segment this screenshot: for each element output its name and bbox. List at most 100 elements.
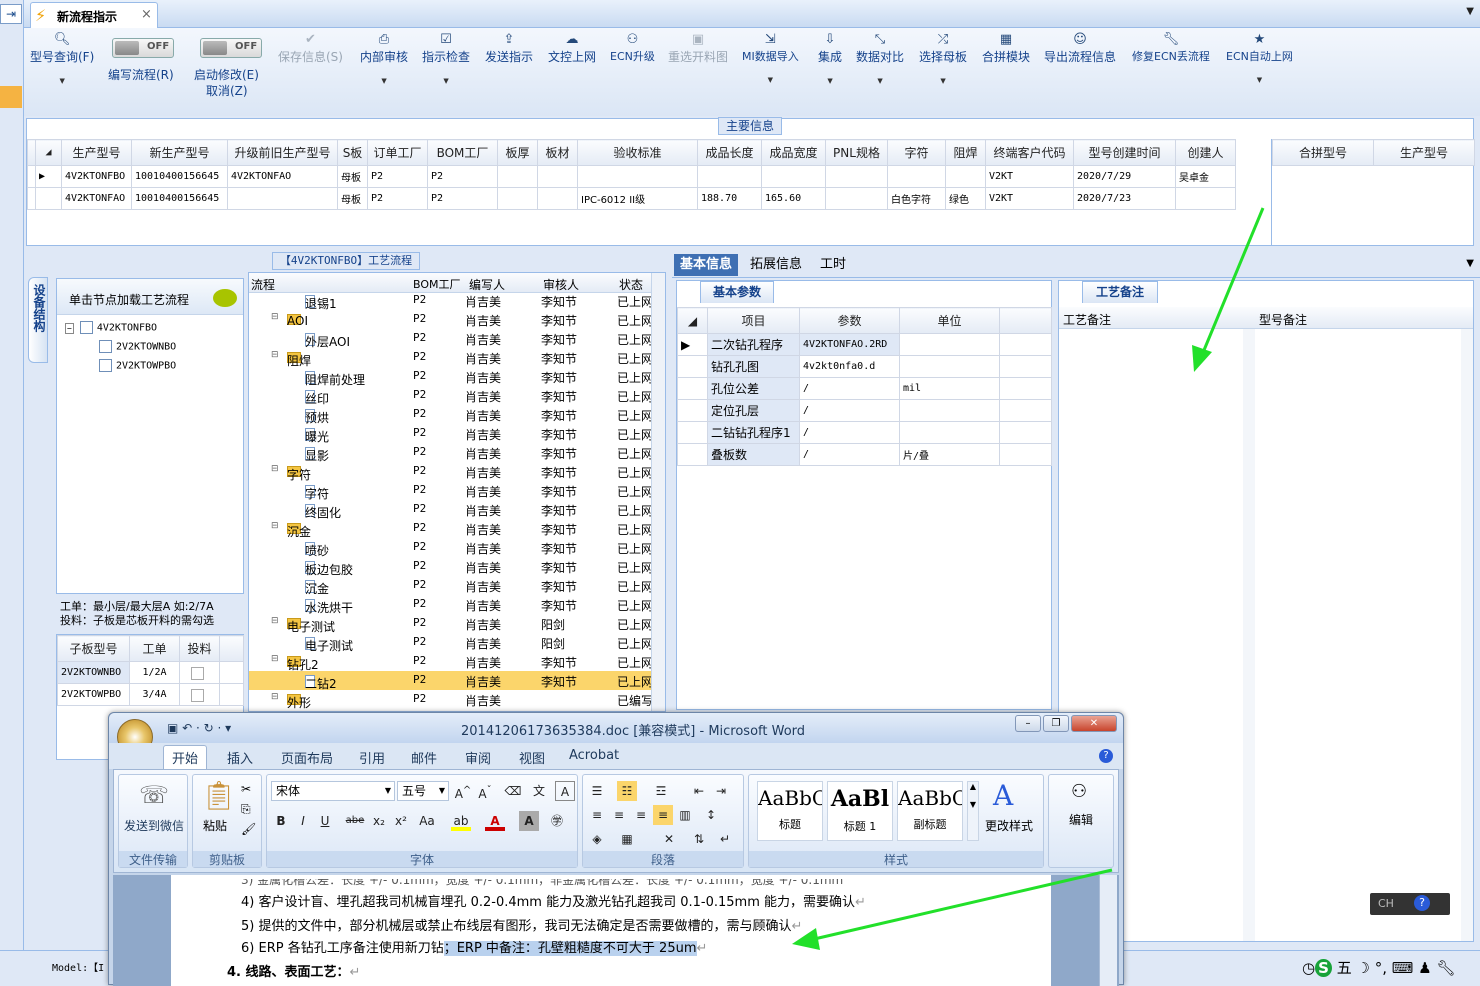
main-info-cell[interactable] bbox=[1175, 187, 1236, 210]
main-info-cell[interactable]: P2 bbox=[427, 165, 498, 188]
main-col-header[interactable]: PNL规格 bbox=[825, 139, 888, 166]
binoculars-icon[interactable]: ⚇ bbox=[1071, 781, 1087, 802]
main-col-header[interactable]: 板厚 bbox=[497, 139, 538, 166]
minimize-button[interactable]: – bbox=[1015, 715, 1041, 732]
subscript-icon[interactable]: x₂ bbox=[369, 811, 389, 831]
highlight-icon[interactable]: ab bbox=[451, 811, 471, 831]
main-info-cell[interactable] bbox=[825, 187, 888, 210]
justify-icon[interactable]: ≡ bbox=[653, 805, 673, 825]
main-col-header[interactable]: 终端客户代码 bbox=[985, 139, 1074, 166]
main-col-header[interactable]: 验收标准 bbox=[577, 139, 698, 166]
main-col-header[interactable]: 创建人 bbox=[1175, 139, 1236, 166]
flow-row[interactable]: 喷砂 P2 肖吉美 李知节 已上网 bbox=[249, 538, 651, 558]
tab-equipment-structure[interactable]: 设备结构 bbox=[28, 277, 48, 363]
help-icon[interactable]: ? bbox=[1099, 749, 1113, 763]
flow-row[interactable]: 沉金 P2 肖吉美 李知节 已上网 bbox=[249, 576, 651, 596]
reselect-drawing-button[interactable]: ▣ 重选开料图 bbox=[668, 32, 728, 65]
tree-child-node[interactable]: 2V2KTOWPBO bbox=[99, 359, 176, 372]
main-info-cell[interactable] bbox=[887, 165, 946, 188]
style-subtitle[interactable]: AaBbC 副标题 bbox=[897, 781, 963, 841]
main-col-header[interactable]: 字符 bbox=[887, 139, 946, 166]
superscript-icon[interactable]: x² bbox=[391, 811, 411, 831]
flow-row[interactable]: 板边包胶 P2 肖吉美 李知节 已上网 bbox=[249, 557, 651, 577]
tab-new-flow-instruction[interactable]: ⚡ 新流程指示 × bbox=[30, 2, 158, 28]
main-col-header[interactable]: 阻焊 bbox=[945, 139, 986, 166]
chat-bubble-icon[interactable] bbox=[213, 289, 237, 307]
sub-col-header[interactable]: 投料 bbox=[179, 635, 220, 662]
tab-menu-arrow-icon[interactable]: ▼ bbox=[1466, 6, 1474, 17]
tab-basic-info[interactable]: 基本信息 bbox=[674, 254, 739, 276]
flow-row[interactable]: 曝光 P2 肖吉美 李知节 已上网 bbox=[249, 424, 651, 444]
shading-icon[interactable]: ◈ bbox=[587, 829, 607, 849]
flow-row[interactable]: ⊟ AOI P2 肖吉美 李知节 已上网 bbox=[249, 310, 651, 329]
main-col-header[interactable]: 订单工厂 bbox=[367, 139, 428, 166]
align-left-icon[interactable]: ≡ bbox=[587, 805, 607, 825]
sub-col-header[interactable]: 子板型号 bbox=[57, 635, 130, 662]
main-info-cell[interactable]: 10010400156645 bbox=[131, 165, 228, 188]
main-info-cell[interactable]: 4V2KTONFAO bbox=[227, 165, 338, 188]
model-query-button[interactable]: 🔍︎ 型号查询(F) ▼ bbox=[30, 32, 94, 85]
basic-col-header[interactable]: 单位 bbox=[899, 307, 1000, 334]
tab-home[interactable]: 开始 bbox=[163, 745, 208, 769]
flow-row[interactable]: 二钻2 P2 肖吉美 李知节 已上网 bbox=[249, 671, 651, 691]
tab-extended-info[interactable]: 拓展信息 bbox=[744, 254, 808, 276]
basic-param-cell[interactable] bbox=[899, 333, 1000, 356]
main-info-cell[interactable]: 4V2KTONFAO bbox=[61, 187, 132, 210]
main-col-header[interactable]: 生产型号 bbox=[61, 139, 132, 166]
row-marker[interactable] bbox=[677, 443, 708, 466]
row-select-header[interactable]: ◢ bbox=[677, 307, 708, 334]
row-marker[interactable]: ▶ bbox=[677, 333, 708, 356]
flow-row[interactable]: 退锡1 P2 肖吉美 李知节 已上网 bbox=[249, 291, 651, 311]
main-info-cell[interactable]: 绿色 bbox=[945, 187, 986, 210]
tab-work-hours[interactable]: 工时 bbox=[814, 254, 852, 276]
tab-mailings[interactable]: 邮件 bbox=[411, 748, 437, 767]
chevron-down-icon[interactable]: ▼ bbox=[1466, 258, 1474, 269]
send-instruction-button[interactable]: ⇪ 发送指示 bbox=[485, 32, 533, 65]
basic-col-header[interactable]: 参数 bbox=[799, 307, 900, 334]
edit-button[interactable]: 编辑 bbox=[1069, 811, 1093, 828]
row-marker[interactable] bbox=[677, 421, 708, 444]
clear-format-icon[interactable]: ⌫ bbox=[503, 781, 523, 801]
bullets-icon[interactable]: ☰ bbox=[587, 781, 607, 801]
data-compare-button[interactable]: ⤡ 数据对比 ▼ bbox=[856, 32, 904, 85]
active-module-marker[interactable] bbox=[0, 86, 22, 108]
main-info-cell[interactable]: 2020/7/29 bbox=[1073, 165, 1176, 188]
main-info-row[interactable]: 4V2KTONFAO 10010400156645 母板 P2 P2 IPC-6012 I… bbox=[27, 187, 1236, 210]
word-title-bar[interactable]: ▣ ↶ · ↻ · ▾ 20141206173635384.doc [兼容模式]… bbox=[109, 713, 1123, 743]
change-styles-icon[interactable]: A bbox=[993, 779, 1013, 812]
align-center-icon[interactable]: ≡ bbox=[609, 805, 629, 825]
font-size-select[interactable]: 五号 ▼ bbox=[397, 781, 449, 801]
borders-icon[interactable]: ▦ bbox=[617, 829, 637, 849]
flow-row[interactable]: 电子测试 P2 肖吉美 阳剑 已上网 bbox=[249, 633, 651, 653]
paste-icon[interactable]: 📋︎ bbox=[201, 779, 237, 812]
enclose-char-icon[interactable]: ㊫ bbox=[547, 811, 567, 831]
row-marker[interactable] bbox=[35, 187, 62, 210]
tree-root-node[interactable]: − 4V2KTONFBO bbox=[65, 321, 157, 334]
main-info-cell[interactable]: 2020/7/23 bbox=[1073, 187, 1176, 210]
quick-access-toolbar[interactable]: ▣ ↶ · ↻ · ▾ bbox=[167, 721, 231, 735]
sub-col-header[interactable]: 工单 bbox=[129, 635, 180, 662]
close-button[interactable]: ✕ bbox=[1071, 715, 1117, 732]
sub-cell[interactable]: 3/4A bbox=[129, 683, 180, 706]
char-border-icon[interactable]: A bbox=[555, 781, 575, 801]
flow-row[interactable]: 外层AOI P2 肖吉美 李知节 已上网 bbox=[249, 329, 651, 349]
basic-param-row[interactable]: 叠板数 / 片/叠 bbox=[677, 443, 1052, 466]
ecn-upgrade-button[interactable]: ⚇ ECN升级 bbox=[610, 32, 655, 64]
tab-references[interactable]: 引用 bbox=[359, 748, 385, 767]
mi-import-button[interactable]: ⇲ MI数据导入 ▼ bbox=[742, 32, 799, 84]
cut-copy-format-icons[interactable]: ✂ ⎘ 🖌︎ bbox=[241, 779, 256, 839]
row-marker[interactable] bbox=[677, 399, 708, 422]
italic-icon[interactable]: I bbox=[293, 811, 313, 831]
notes-scrollbar[interactable] bbox=[1243, 329, 1255, 941]
basic-param-cell[interactable]: mil bbox=[899, 377, 1000, 400]
flow-row[interactable]: 水洗烘干 P2 肖吉美 李知节 已上网 bbox=[249, 595, 651, 615]
basic-param-cell[interactable]: / bbox=[799, 421, 900, 444]
maximize-button[interactable]: ❐ bbox=[1043, 715, 1069, 732]
model-notes-textarea[interactable] bbox=[1257, 329, 1473, 941]
flow-row[interactable]: 终固化 P2 肖吉美 李知节 已上网 bbox=[249, 500, 651, 520]
repair-ecn-button[interactable]: 🔧︎ 修复ECN丢流程 bbox=[1132, 32, 1210, 64]
document-page[interactable]: 3) 金属化槽公差：长度 +/- 0.1mm，宽度 +/- 0.1mm，非金属化… bbox=[171, 875, 1051, 986]
multilevel-list-icon[interactable]: ☲ bbox=[651, 781, 671, 801]
flow-row[interactable]: ⊟ 字符 P2 肖吉美 李知节 已上网 bbox=[249, 462, 651, 482]
flow-row[interactable]: ⊟ 钻孔2 P2 肖吉美 李知节 已上网 bbox=[249, 652, 651, 672]
